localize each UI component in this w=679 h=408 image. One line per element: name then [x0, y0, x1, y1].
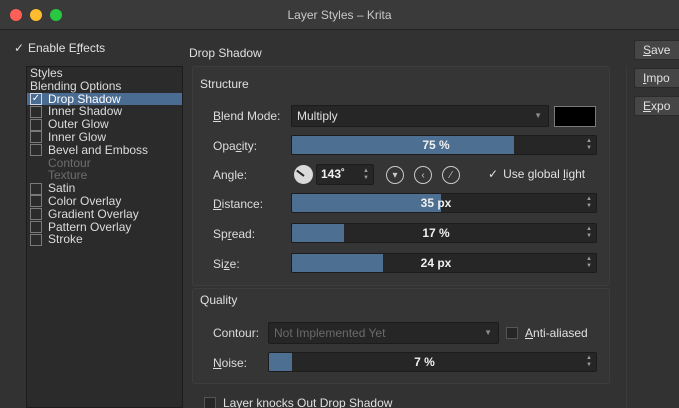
angle-value: 143˚: [321, 167, 346, 181]
checkbox-icon[interactable]: [30, 105, 42, 118]
styles-list[interactable]: Styles Blending Options ✓ Drop Shadow Inner …: [26, 66, 183, 408]
checkbox-icon: [204, 397, 216, 408]
size-label: Size:: [213, 257, 240, 271]
angle-preset-left-icon[interactable]: ‹: [414, 166, 432, 184]
checkbox-icon: [506, 327, 518, 339]
noise-slider[interactable]: 7 % ▲ ▼: [268, 352, 597, 372]
save-button[interactable]: Save: [634, 40, 679, 60]
styles-list-item-styles[interactable]: Styles: [27, 67, 182, 80]
spin-arrows-icon[interactable]: ▲ ▼: [582, 254, 596, 272]
angle-spinbox[interactable]: 143˚ ▲ ▼: [316, 164, 374, 185]
chevron-down-icon: ▼: [484, 328, 492, 337]
enable-effects-label: Enable Effects: [28, 41, 106, 55]
spin-arrows-icon[interactable]: ▲ ▼: [582, 224, 596, 242]
styles-list-item-label: Stroke: [48, 232, 83, 247]
styles-list-item-label: Bevel and Emboss: [48, 142, 149, 157]
layer-knocks-out-label: Layer knocks Out Drop Shadow: [223, 396, 393, 408]
contour-select[interactable]: Not Implemented Yet ▼: [268, 322, 499, 344]
contour-label: Contour:: [213, 326, 260, 340]
spread-value: 17 %: [422, 226, 450, 240]
noise-label: Noise:: [213, 356, 248, 370]
styles-list-item-inner-glow[interactable]: Inner Glow: [27, 131, 182, 144]
styles-list-item-label: Inner Glow: [48, 129, 107, 144]
noise-value: 7 %: [414, 355, 435, 369]
spread-label: Spread:: [213, 227, 256, 241]
layer-knocks-out-checkbox[interactable]: Layer knocks Out Drop Shadow: [204, 395, 392, 408]
styles-list-item-blending-options[interactable]: Blending Options: [27, 78, 182, 93]
window-title: Layer Styles – Krita: [287, 8, 392, 22]
checkbox-icon[interactable]: ✓: [30, 93, 42, 105]
checkbox-icon[interactable]: [30, 220, 42, 233]
checkbox-icon[interactable]: [30, 233, 42, 246]
blend-mode-value: Multiply: [297, 109, 338, 123]
structure-title: Structure: [200, 77, 249, 91]
angle-label: Angle:: [213, 168, 248, 182]
checkbox-icon[interactable]: [30, 144, 42, 157]
spin-arrows-icon[interactable]: ▲ ▼: [359, 165, 373, 184]
import-button[interactable]: Impo: [634, 68, 679, 88]
styles-list-item-label: Styles: [30, 66, 63, 80]
angle-preset-down-icon[interactable]: ▾: [386, 166, 404, 184]
distance-label: Distance:: [213, 197, 264, 211]
spread-slider[interactable]: 17 % ▲ ▼: [291, 223, 597, 243]
angle-dial[interactable]: [294, 165, 313, 184]
checkbox-icon[interactable]: [30, 182, 42, 195]
angle-needle: [295, 169, 305, 177]
checkbox-icon[interactable]: [30, 131, 42, 144]
spin-arrows-icon[interactable]: ▲ ▼: [582, 353, 596, 371]
distance-slider[interactable]: 35 px ▲ ▼: [291, 193, 597, 213]
size-value: 24 px: [420, 256, 452, 270]
angle-preset-diagonal-icon[interactable]: ⁄: [442, 166, 460, 184]
contour-value: Not Implemented Yet: [274, 326, 386, 340]
anti-aliased-checkbox[interactable]: Anti-aliased: [506, 325, 588, 341]
size-slider[interactable]: 24 px ▲ ▼: [291, 253, 597, 273]
styles-list-item-label: Blending Options: [30, 78, 122, 93]
anti-aliased-label: Anti-aliased: [525, 326, 588, 340]
styles-list-item-label: Color Overlay: [48, 193, 122, 208]
quality-title: Quality: [200, 293, 238, 307]
title-bar: Layer Styles – Krita: [0, 0, 679, 30]
blend-mode-label: Blend Mode:: [213, 109, 281, 123]
distance-value: 35 px: [420, 196, 452, 210]
styles-list-item-stroke[interactable]: Stroke: [27, 233, 182, 246]
opacity-slider[interactable]: 75 % ▲ ▼: [291, 135, 597, 155]
use-global-light-label: Use global light: [503, 167, 586, 181]
spin-arrows-icon[interactable]: ▲ ▼: [582, 194, 596, 212]
panel-title: Drop Shadow: [189, 46, 262, 60]
panel-divider: [617, 66, 627, 408]
styles-list-item-label: Gradient Overlay: [48, 206, 139, 221]
use-global-light-checkbox[interactable]: ✓ Use global light: [488, 166, 585, 182]
blend-mode-select[interactable]: Multiply ▼: [291, 105, 549, 127]
checkmark-icon: ✓: [488, 167, 499, 181]
checkbox-icon[interactable]: [30, 195, 42, 208]
export-button[interactable]: Expo: [634, 96, 679, 116]
chevron-down-icon: ▼: [534, 111, 542, 120]
styles-list-item-gradient-overlay[interactable]: Gradient Overlay: [27, 206, 182, 221]
enable-effects-checkbox[interactable]: ✓ Enable Effects: [14, 40, 105, 56]
checkmark-icon: ✓: [14, 41, 25, 55]
checkbox-icon[interactable]: [30, 208, 42, 221]
styles-list-item-color-overlay[interactable]: Color Overlay: [27, 195, 182, 208]
spin-arrows-icon[interactable]: ▲ ▼: [582, 136, 596, 154]
shadow-color-button[interactable]: [554, 106, 596, 127]
styles-list-item-bevel-and-emboss[interactable]: Bevel and Emboss: [27, 142, 182, 157]
opacity-label: Opacity:: [213, 139, 258, 153]
opacity-value: 75 %: [422, 138, 450, 152]
checkbox-icon[interactable]: [30, 118, 42, 131]
